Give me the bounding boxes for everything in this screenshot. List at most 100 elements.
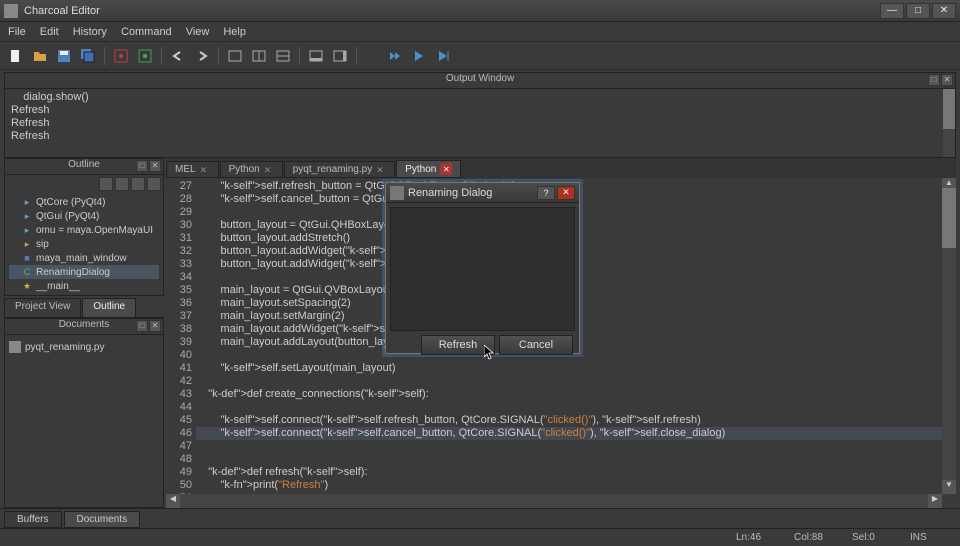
- title-bar: Charcoal Editor — □ ✕: [0, 0, 960, 22]
- minimize-button[interactable]: —: [880, 3, 904, 19]
- outline-item[interactable]: ▸omu = maya.OpenMayaUI: [9, 223, 159, 237]
- play-alt-icon[interactable]: [433, 46, 453, 66]
- status-mode: INS: [910, 532, 950, 543]
- output-body[interactable]: dialog.show() Refresh Refresh Refresh: [5, 89, 955, 157]
- panel-1-icon[interactable]: [306, 46, 326, 66]
- outline-label: RenamingDialog: [36, 267, 110, 278]
- close-button[interactable]: ✕: [932, 3, 956, 19]
- menu-edit[interactable]: Edit: [40, 26, 59, 38]
- menu-help[interactable]: Help: [223, 26, 246, 38]
- menu-history[interactable]: History: [73, 26, 107, 38]
- editor-vertical-scrollbar[interactable]: ▲ ▼: [942, 178, 956, 494]
- dialog-help-button[interactable]: ?: [537, 186, 555, 200]
- editor-tab[interactable]: pyqt_renaming.py✕: [284, 161, 396, 178]
- dialog-icon: [390, 186, 404, 200]
- output-scrollbar[interactable]: [943, 89, 955, 157]
- editor-tabs: MEL✕Python✕pyqt_renaming.py✕Python✕: [166, 158, 956, 178]
- menu-view[interactable]: View: [186, 26, 210, 38]
- outline-tool-4-icon[interactable]: [147, 177, 161, 191]
- tab-label: Python: [405, 164, 436, 175]
- outline-label: maya_main_window: [36, 253, 127, 264]
- outline-label: QtGui (PyQt4): [36, 211, 99, 222]
- win-icon: ■: [21, 253, 33, 263]
- tab-close-icon[interactable]: ✕: [376, 165, 386, 175]
- outline-tool-2-icon[interactable]: [115, 177, 129, 191]
- outline-header: Outline □ ✕: [5, 159, 163, 175]
- tool-2-icon[interactable]: [135, 46, 155, 66]
- app-title: Charcoal Editor: [24, 5, 878, 17]
- tab-buffers[interactable]: Buffers: [4, 511, 62, 528]
- tool-1-icon[interactable]: [111, 46, 131, 66]
- tab-label: MEL: [175, 164, 196, 175]
- bottom-tabs: Buffers Documents: [0, 508, 960, 528]
- refresh-button[interactable]: Refresh: [421, 335, 495, 355]
- pkg-icon: ▸: [21, 211, 33, 221]
- outline-tool-3-icon[interactable]: [131, 177, 145, 191]
- layout-1-icon[interactable]: [225, 46, 245, 66]
- output-line: Refresh: [11, 130, 50, 142]
- editor-horizontal-scrollbar[interactable]: ◀ ▶: [166, 494, 942, 508]
- dialog-list-area[interactable]: [390, 207, 575, 331]
- menu-command[interactable]: Command: [121, 26, 172, 38]
- outline-panel: Outline □ ✕ ▸QtCore (PyQt4)▸QtGui (PyQt4…: [4, 158, 164, 296]
- tab-close-icon[interactable]: ✕: [264, 165, 274, 175]
- maximize-button[interactable]: □: [906, 3, 930, 19]
- cancel-button[interactable]: Cancel: [499, 335, 573, 355]
- outline-item[interactable]: ▸sip: [9, 237, 159, 251]
- toolbar: [0, 42, 960, 70]
- open-folder-icon[interactable]: [30, 46, 50, 66]
- outline-close-icon[interactable]: ✕: [149, 160, 161, 172]
- save-icon[interactable]: [54, 46, 74, 66]
- new-file-icon[interactable]: [6, 46, 26, 66]
- output-maximize-icon[interactable]: □: [928, 74, 940, 86]
- outline-label: __main__: [36, 281, 80, 292]
- tab-label: Python: [229, 164, 260, 175]
- scroll-right-icon[interactable]: ▶: [928, 494, 942, 508]
- panel-2-icon[interactable]: [330, 46, 350, 66]
- outline-label: QtCore (PyQt4): [36, 197, 105, 208]
- dialog-title: Renaming Dialog: [408, 187, 535, 199]
- tab-close-icon[interactable]: ✕: [200, 165, 210, 175]
- outline-label: sip: [36, 239, 49, 250]
- layout-2-icon[interactable]: [249, 46, 269, 66]
- output-line: dialog.show(): [11, 91, 89, 103]
- tab-outline[interactable]: Outline: [82, 298, 136, 317]
- output-line: Refresh: [11, 117, 50, 129]
- var-icon: ▸: [21, 239, 33, 249]
- outline-item[interactable]: ★__main__: [9, 279, 159, 293]
- dialog-title-bar[interactable]: Renaming Dialog ? ✕: [386, 183, 579, 203]
- cls-icon: C: [21, 267, 33, 277]
- redo-icon[interactable]: [192, 46, 212, 66]
- play-icon[interactable]: [409, 46, 429, 66]
- output-line: Refresh: [11, 104, 50, 116]
- fast-forward-icon[interactable]: [385, 46, 405, 66]
- undo-icon[interactable]: [168, 46, 188, 66]
- outline-item[interactable]: ▸QtGui (PyQt4): [9, 209, 159, 223]
- documents-title: Documents: [59, 319, 110, 330]
- outline-maximize-icon[interactable]: □: [136, 160, 148, 172]
- outline-tool-1-icon[interactable]: [99, 177, 113, 191]
- documents-panel: Documents □ ✕ pyqt_renaming.py: [4, 318, 164, 508]
- output-close-icon[interactable]: ✕: [941, 74, 953, 86]
- outline-title: Outline: [68, 159, 100, 170]
- tab-project-view[interactable]: Project View: [4, 298, 81, 317]
- editor-tab[interactable]: Python ✕: [396, 160, 461, 178]
- document-item[interactable]: pyqt_renaming.py: [9, 339, 159, 355]
- documents-maximize-icon[interactable]: □: [136, 320, 148, 332]
- outline-item[interactable]: ▸QtCore (PyQt4): [9, 195, 159, 209]
- scroll-left-icon[interactable]: ◀: [166, 494, 180, 508]
- documents-close-icon[interactable]: ✕: [149, 320, 161, 332]
- output-panel-header: Output Window □ ✕: [5, 73, 955, 89]
- scroll-down-icon[interactable]: ▼: [942, 480, 956, 494]
- editor-tab[interactable]: MEL ✕: [166, 161, 219, 178]
- outline-item[interactable]: ■maya_main_window: [9, 251, 159, 265]
- editor-tab[interactable]: Python ✕: [220, 161, 283, 178]
- menu-file[interactable]: File: [8, 26, 26, 38]
- save-all-icon[interactable]: [78, 46, 98, 66]
- outline-item[interactable]: CRenamingDialog: [9, 265, 159, 279]
- outline-tree: ▸QtCore (PyQt4)▸QtGui (PyQt4)▸omu = maya…: [5, 193, 163, 295]
- dialog-close-button[interactable]: ✕: [557, 186, 575, 200]
- layout-3-icon[interactable]: [273, 46, 293, 66]
- tab-close-icon[interactable]: ✕: [440, 163, 452, 175]
- tab-documents[interactable]: Documents: [64, 511, 141, 528]
